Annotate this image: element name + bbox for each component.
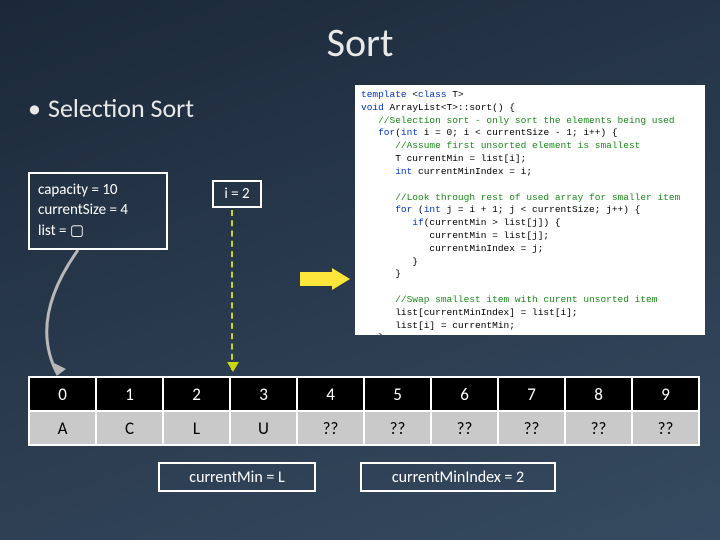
- state-current-size: currentSize = 4: [38, 200, 158, 220]
- array-table: 0 1 2 3 4 5 6 7 8 9 A C L U ?? ?? ?? ?? …: [28, 376, 700, 446]
- array-value: A: [29, 411, 96, 445]
- array-value: ??: [364, 411, 431, 445]
- array-index: 7: [498, 377, 565, 411]
- state-list: list = ▢: [38, 221, 158, 241]
- array-index: 1: [96, 377, 163, 411]
- execution-pointer-arrow: [300, 268, 350, 290]
- slide-title: Sort: [0, 0, 720, 67]
- array-index: 0: [29, 377, 96, 411]
- array-index: 8: [565, 377, 632, 411]
- state-capacity: capacity = 10: [38, 180, 158, 200]
- current-min-index-box: currentMinIndex = 2: [360, 462, 556, 492]
- array-value: ??: [431, 411, 498, 445]
- bullet-selection-sort: Selection Sort: [48, 92, 194, 124]
- table-row: A C L U ?? ?? ?? ?? ?? ??: [29, 411, 699, 445]
- array-value: ??: [565, 411, 632, 445]
- array-value: U: [230, 411, 297, 445]
- array-value: C: [96, 411, 163, 445]
- array-index: 3: [230, 377, 297, 411]
- array-value: L: [163, 411, 230, 445]
- i-box: i = 2: [212, 180, 262, 208]
- code-block: template <class T> void ArrayList<T>::so…: [355, 85, 705, 335]
- i-pointer-arrow: [231, 210, 233, 370]
- array-index: 6: [431, 377, 498, 411]
- list-pointer-arrow: [38, 250, 118, 380]
- array-index: 5: [364, 377, 431, 411]
- state-box: capacity = 10 currentSize = 4 list = ▢: [28, 172, 168, 250]
- array-index: 9: [632, 377, 699, 411]
- array-value: ??: [498, 411, 565, 445]
- array-value: ??: [632, 411, 699, 445]
- array-value: ??: [297, 411, 364, 445]
- table-row: 0 1 2 3 4 5 6 7 8 9: [29, 377, 699, 411]
- current-min-box: currentMin = L: [158, 462, 316, 492]
- array-index: 4: [297, 377, 364, 411]
- array-index: 2: [163, 377, 230, 411]
